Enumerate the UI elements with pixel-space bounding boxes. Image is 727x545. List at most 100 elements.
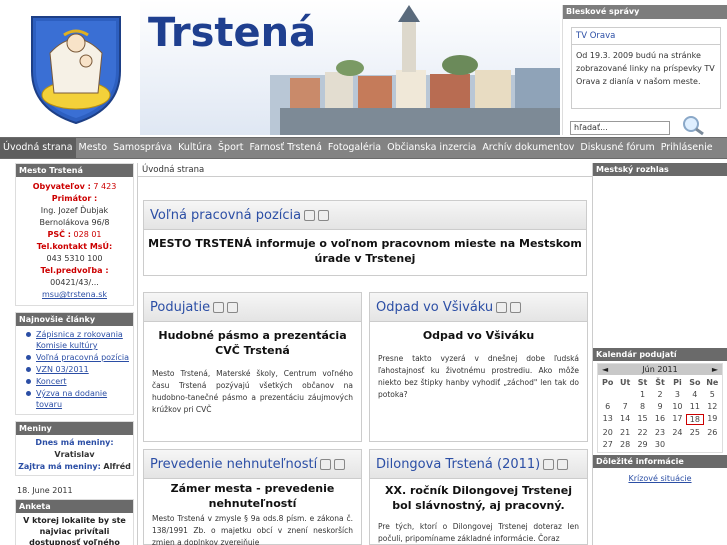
nav-item[interactable]: Fotogaléria	[325, 138, 384, 158]
calendar-day[interactable]: 9	[651, 402, 668, 411]
nav-item[interactable]: Diskusné fórum	[577, 138, 657, 158]
nav-item[interactable]: Občianska inzercia	[384, 138, 479, 158]
print-icon[interactable]	[543, 459, 555, 470]
email-icon[interactable]	[510, 302, 522, 313]
bullet-icon	[26, 367, 31, 372]
nav-item[interactable]: Šport	[215, 138, 247, 158]
print-icon[interactable]	[320, 459, 332, 470]
town-radio-panel	[593, 176, 727, 348]
latest-articles-list: Zápisnica z rokovania Komisie kultúry Voľ…	[16, 326, 133, 414]
article-card-dilong-title[interactable]: Dilongova Trstená (2011)	[370, 450, 587, 479]
calendar-day[interactable]: 14	[616, 414, 633, 425]
calendar-day[interactable]: 24	[669, 428, 686, 437]
calendar-day[interactable]: 17	[669, 414, 686, 425]
article-card-dilong-headline: XX. ročník Dilongovej Trstenej bol slávn…	[385, 484, 572, 512]
calendar-day[interactable]: 19	[704, 414, 721, 425]
events-calendar-heading: Kalendár podujatí	[593, 348, 727, 361]
latest-article-link[interactable]: Výzva na dodanie tovaru	[36, 389, 107, 409]
flash-news-item-title[interactable]: TV Orava	[572, 28, 720, 45]
breadcrumb[interactable]: Úvodná strana	[138, 163, 592, 177]
calendar-day[interactable]: 28	[616, 440, 633, 449]
email-icon[interactable]	[227, 302, 239, 313]
article-card-property-title[interactable]: Prevedenie nehnuteľností	[144, 450, 361, 479]
nav-item[interactable]: Mesto	[76, 138, 111, 158]
calendar-day[interactable]: 7	[616, 402, 633, 411]
bullet-icon	[26, 379, 31, 384]
town-radio-heading: Mestský rozhlas	[593, 163, 727, 176]
nav-item[interactable]: Farnosť Trstená	[247, 138, 325, 158]
article-title-text[interactable]: Voľná pracovná pozícia	[150, 208, 301, 223]
nav-item[interactable]: Kultúra	[175, 138, 215, 158]
search-input[interactable]: hľadať...	[570, 121, 670, 135]
email-icon[interactable]	[334, 459, 346, 470]
nav-item[interactable]: Archív dokumentov	[479, 138, 577, 158]
calendar-day[interactable]: 30	[651, 440, 668, 449]
calendar-day[interactable]: 8	[634, 402, 651, 411]
flash-news-heading: Bleskové správy	[563, 5, 727, 19]
calendar-day-header: Pi	[673, 378, 682, 387]
bullet-icon	[26, 391, 31, 396]
article-card-event-title[interactable]: Podujatie	[144, 293, 361, 322]
latest-article-link[interactable]: VZN 03/2011	[36, 365, 89, 374]
calendar-day[interactable]: 26	[704, 428, 721, 437]
latest-article-item[interactable]: Zápisnica z rokovania Komisie kultúry	[24, 329, 129, 351]
calendar-day	[669, 440, 686, 449]
calendar-day[interactable]: 16	[651, 414, 668, 425]
email-icon[interactable]	[557, 459, 569, 470]
calendar-prev-button[interactable]: ◄	[602, 365, 608, 374]
article-title-text[interactable]: Dilongova Trstená (2011)	[376, 457, 540, 472]
left-sidebar: Mesto Trstená Obyvateľov : 7 423 Primáto…	[15, 163, 134, 545]
poll-question: V ktorej lokalite by ste najviac privíta…	[23, 516, 126, 545]
calendar-day[interactable]: 2	[651, 390, 668, 399]
calendar-day-header: Št	[655, 378, 665, 387]
article-title-text[interactable]: Podujatie	[150, 300, 210, 315]
print-icon[interactable]	[213, 302, 225, 313]
nav-item[interactable]: Prihlásenie	[658, 138, 716, 158]
town-info-heading: Mesto Trstená	[16, 164, 133, 177]
nav-item[interactable]: Úvodná strana	[0, 138, 76, 158]
crisis-situations-link[interactable]: Krízové situácie	[593, 468, 727, 489]
search-icon[interactable]	[680, 114, 706, 136]
print-icon[interactable]	[496, 302, 508, 313]
article-title-text[interactable]: Prevedenie nehnuteľností	[150, 457, 317, 472]
calendar-day[interactable]: 22	[634, 428, 651, 437]
latest-article-item[interactable]: Výzva na dodanie tovaru	[24, 388, 129, 410]
print-icon[interactable]	[304, 210, 316, 221]
latest-article-item[interactable]: Voľná pracovná pozícia	[24, 352, 129, 363]
calendar-day[interactable]: 12	[704, 402, 721, 411]
calendar-day[interactable]: 5	[704, 390, 721, 399]
email-link[interactable]: msu@trstena.sk	[42, 290, 107, 299]
calendar-day[interactable]: 23	[651, 428, 668, 437]
calendar-day[interactable]: 1	[634, 390, 651, 399]
latest-article-item[interactable]: VZN 03/2011	[24, 364, 129, 375]
calendar-day[interactable]: 10	[669, 402, 686, 411]
calendar-day[interactable]: 21	[616, 428, 633, 437]
calendar-day[interactable]: 27	[599, 440, 616, 449]
calendar-day[interactable]: 20	[599, 428, 616, 437]
calendar-day-header: Ut	[619, 378, 631, 387]
calendar-next-button[interactable]: ►	[712, 365, 718, 374]
email-icon[interactable]	[318, 210, 330, 221]
calendar-day[interactable]: 11	[686, 402, 703, 411]
latest-article-link[interactable]: Koncert	[36, 377, 67, 386]
calendar-day[interactable]: 18	[686, 414, 704, 425]
namedays: Dnes má meniny: Vratislav Zajtra má meni…	[16, 435, 133, 475]
calendar-day	[616, 390, 633, 399]
site-title: Trstená	[148, 10, 317, 56]
calendar-day[interactable]: 25	[686, 428, 703, 437]
namedays-heading: Meniny	[16, 422, 133, 435]
calendar-day[interactable]: 29	[634, 440, 651, 449]
calendar-day[interactable]: 13	[599, 414, 616, 425]
latest-article-item[interactable]: Koncert	[24, 376, 129, 387]
calendar-day[interactable]: 3	[669, 390, 686, 399]
article-card-waste-title[interactable]: Odpad vo Všiváku	[370, 293, 587, 322]
article-title-text[interactable]: Odpad vo Všiváku	[376, 300, 493, 315]
calendar-day[interactable]: 4	[686, 390, 703, 399]
calendar-day[interactable]: 6	[599, 402, 616, 411]
latest-articles-heading: Najnovšie články	[16, 313, 133, 326]
calendar-day[interactable]: 15	[634, 414, 651, 425]
latest-article-link[interactable]: Voľná pracovná pozícia	[36, 353, 129, 362]
latest-article-link[interactable]: Zápisnica z rokovania Komisie kultúry	[36, 330, 123, 350]
nav-item[interactable]: Samospráva	[110, 138, 175, 158]
article-card-main-title[interactable]: Voľná pracovná pozícia	[144, 201, 586, 230]
